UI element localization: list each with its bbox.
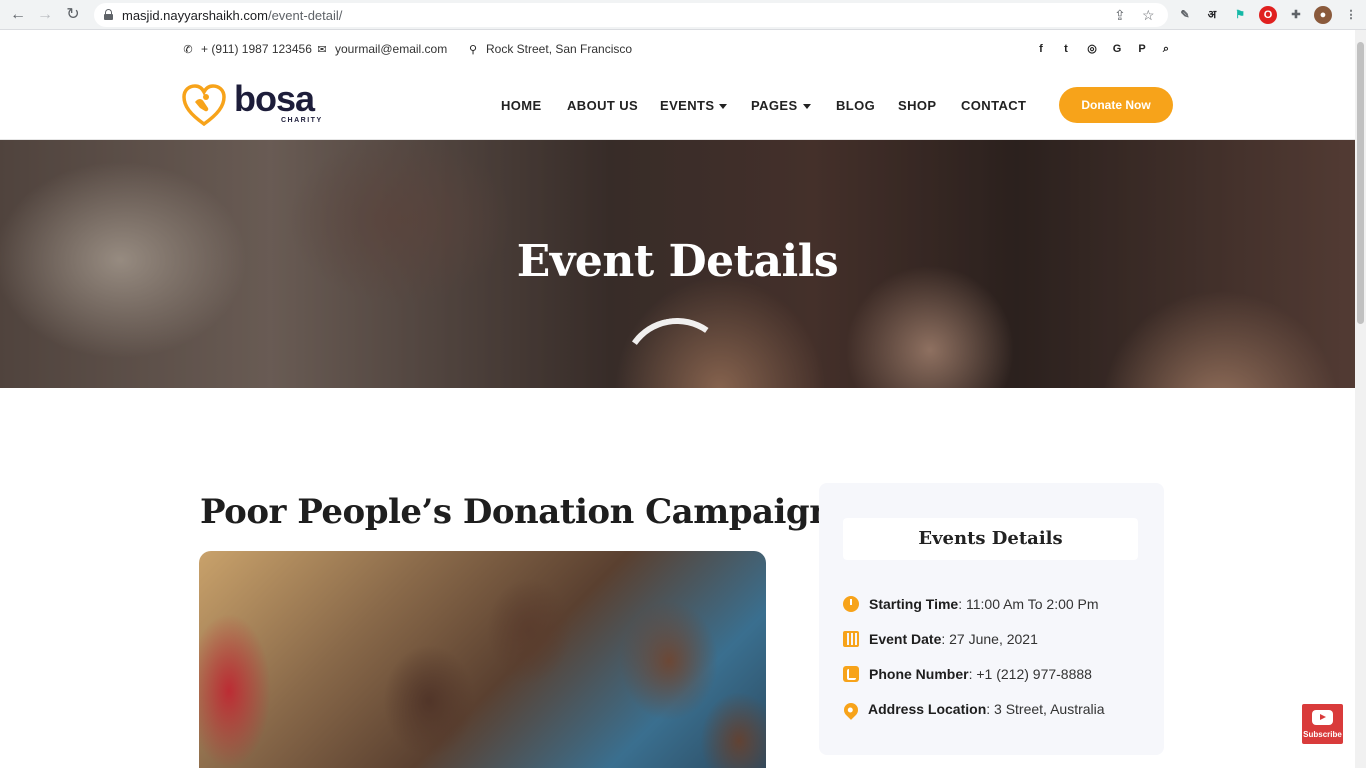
chevron-down-icon (719, 104, 728, 110)
lock-icon[interactable] (104, 9, 113, 20)
event-details-card: Events Details Starting Time: 11:00 Am T… (819, 483, 1164, 755)
nav-contact[interactable]: CONTACT (961, 98, 1026, 113)
instagram-icon[interactable]: ◎ (1084, 41, 1100, 57)
puzzle-icon[interactable]: ✚ (1287, 6, 1305, 24)
browser-toolbar: ← → ↻ masjid.nayyarshaikh.com/event-deta… (0, 0, 1366, 30)
topbar-address-text: Rock Street, San Francisco (486, 42, 633, 56)
campaign-title: Poor People’s Donation Campaign (200, 492, 834, 532)
logo-wordmark: bosa (234, 78, 315, 119)
detail-address-location: Address Location: 3 Street, Australia (841, 700, 1105, 720)
nav-pages[interactable]: PAGES (751, 98, 811, 113)
envelope-icon: ✉ (317, 44, 327, 56)
campaign-photo (199, 551, 766, 768)
page-scrollbar[interactable] (1355, 30, 1366, 768)
topbar-email[interactable]: ✉ yourmail@email.com (315, 42, 447, 56)
phone-icon (843, 666, 859, 682)
youtube-play-icon (1312, 710, 1333, 725)
topbar-email-text: yourmail@email.com (335, 42, 448, 56)
nav-home[interactable]: HOME (501, 98, 542, 113)
twitter-icon[interactable]: t (1058, 41, 1074, 57)
google-icon[interactable]: G (1109, 41, 1125, 57)
clock-icon (843, 596, 859, 612)
site-header: bosa CHARITY HOME ABOUT US EVENTS PAGES … (0, 70, 1355, 140)
phone-icon: ✆ (183, 44, 193, 56)
detail-label: Starting Time (869, 596, 959, 612)
page-title: Event Details (516, 236, 839, 287)
chevron-down-icon (802, 104, 811, 110)
url-text[interactable]: masjid.nayyarshaikh.com/event-detail/ (122, 8, 342, 23)
hindi-a-icon[interactable]: अ (1203, 6, 1221, 24)
detail-event-date: Event Date: 27 June, 2021 (843, 631, 1038, 647)
url-path: /event-detail/ (267, 8, 343, 23)
scrollbar-thumb[interactable] (1357, 42, 1364, 324)
youtube-subscribe-label: Subscribe (1303, 730, 1342, 739)
detail-value: : 11:00 Am To 2:00 Pm (958, 596, 1099, 612)
reload-icon[interactable]: ↻ (63, 5, 83, 25)
detail-label: Phone Number (869, 666, 969, 682)
nav-events-label: EVENTS (660, 98, 715, 113)
detail-phone-number: Phone Number: +1 (212) 977-8888 (843, 666, 1092, 682)
calendar-icon (843, 631, 859, 647)
detail-value: : 3 Street, Australia (986, 701, 1105, 717)
top-info-bar: ✆ + (911) 1987 123456 ✉ yourmail@email.com… (0, 30, 1355, 70)
kebab-menu-icon[interactable]: ⋮ (1342, 6, 1360, 24)
share-icon[interactable]: ⇪ (1114, 7, 1126, 24)
opera-icon[interactable]: O (1259, 6, 1277, 24)
star-icon[interactable]: ☆ (1142, 7, 1155, 24)
forward-arrow-icon[interactable]: → (35, 5, 55, 25)
hero-banner: Event Details (0, 140, 1355, 388)
nav-events[interactable]: EVENTS (660, 98, 728, 113)
address-bar[interactable]: masjid.nayyarshaikh.com/event-detail/ ⇪ … (94, 3, 1168, 27)
event-details-heading: Events Details (843, 518, 1138, 560)
nav-shop[interactable]: SHOP (898, 98, 936, 113)
detail-value: : 27 June, 2021 (941, 631, 1038, 647)
nav-about[interactable]: ABOUT US (567, 98, 638, 113)
back-arrow-icon[interactable]: ← (8, 5, 28, 25)
heart-hand-logo-icon (182, 84, 226, 126)
detail-starting-time: Starting Time: 11:00 Am To 2:00 Pm (843, 596, 1099, 612)
facebook-icon[interactable]: f (1033, 41, 1049, 57)
donate-now-button[interactable]: Donate Now (1059, 87, 1173, 123)
pinterest-icon[interactable]: P (1134, 41, 1150, 57)
url-host: masjid.nayyarshaikh.com (122, 8, 268, 23)
eyedropper-icon[interactable]: ✎ (1176, 6, 1194, 24)
profile-icon[interactable]: ● (1314, 6, 1332, 24)
topbar-phone-text: + (911) 1987 123456 (201, 42, 312, 56)
nav-blog[interactable]: BLOG (836, 98, 875, 113)
site-logo[interactable]: bosa CHARITY (182, 78, 332, 128)
detail-label: Event Date (869, 631, 942, 647)
topbar-phone[interactable]: ✆ + (911) 1987 123456 (181, 42, 312, 56)
search-icon[interactable]: ⌕ (1158, 41, 1174, 57)
nav-pages-label: PAGES (751, 98, 798, 113)
logo-subtitle: CHARITY (281, 117, 323, 124)
location-pin-icon (841, 700, 861, 720)
detail-value: : +1 (212) 977-8888 (968, 666, 1092, 682)
loading-spinner-icon (613, 309, 741, 388)
youtube-subscribe-button[interactable]: Subscribe (1302, 704, 1343, 744)
extension-icon[interactable]: ⚑ (1231, 6, 1249, 24)
location-pin-icon: ⚲ (468, 44, 478, 56)
detail-label: Address Location (868, 701, 987, 717)
topbar-address: ⚲ Rock Street, San Francisco (466, 42, 632, 56)
